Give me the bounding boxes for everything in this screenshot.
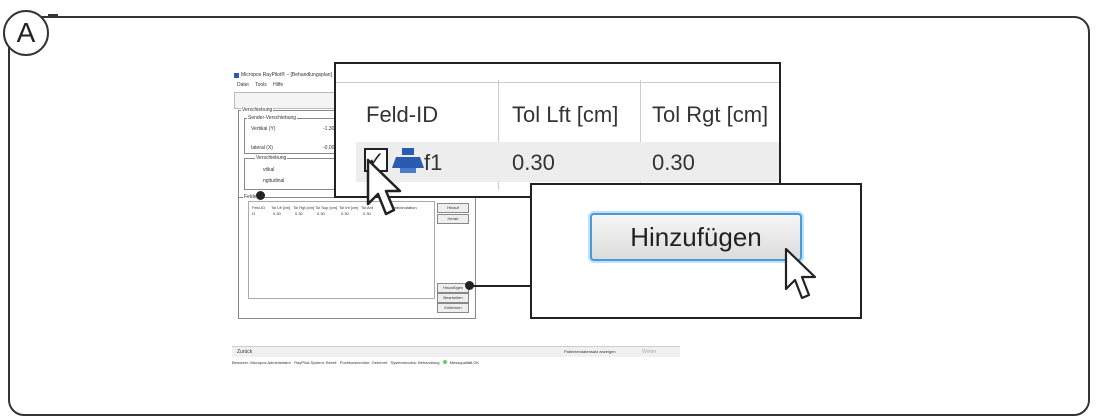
zoom-table-top-line <box>336 82 779 83</box>
grid-cell-sup: 0.30 <box>317 211 325 216</box>
group-title-verschiebung-2: Verschiebung <box>255 155 288 161</box>
label-vtikal: vtikal <box>263 167 275 173</box>
zoom-cell-tol-lft: 0.30 <box>512 150 555 175</box>
grid-cell-rgt: 0.30 <box>295 211 303 216</box>
zoom-cell-feld-id: f1 <box>424 150 443 175</box>
menu-datei[interactable]: Datei <box>237 82 249 88</box>
grid-header-tol-lft: Tol Lft [cm] <box>271 205 291 210</box>
menu-tools[interactable]: Tools <box>255 82 267 88</box>
zoom-add-button-callout: Hinzufügen <box>530 183 862 319</box>
menu-hilfe[interactable]: Hilfe <box>273 82 283 88</box>
hinzufuegen-button[interactable]: Hinzufügen <box>590 213 802 261</box>
status-user: Benutzer: Micropos Administrator <box>232 360 291 365</box>
group-sender: Sender-Verschiebung Vertikal (Y) -1.30 I… <box>244 115 340 154</box>
bearbeiten-button[interactable]: Bearbeiten <box>437 293 469 303</box>
app-icon <box>234 73 239 78</box>
entfernen-button[interactable]: Entfernen <box>437 303 469 313</box>
menu-bar: Datei Tools Hilfe <box>232 82 283 88</box>
window-title: Micropos RayPilot® – [Behandlungsplan] <box>241 72 332 78</box>
grid-header-feld-id: Feld-ID <box>252 205 266 210</box>
label-lateral: Iateral (X) <box>251 145 273 151</box>
status-bar: Benutzer: Micropos Administrator RayPilo… <box>232 360 680 365</box>
grid-header-tol-sup: Tol Sup [cm] <box>315 205 338 210</box>
status-mode: Systemmodus: Behandlung <box>390 360 440 365</box>
grid-cell-id: f1 <box>252 211 256 216</box>
weiter-button[interactable]: Weiter <box>642 349 656 355</box>
status-system: RayPilot-System: Bereit <box>294 360 337 365</box>
patient-record-button[interactable]: Patientendatensatz anzeigen <box>564 349 616 354</box>
callout-connector-button <box>470 285 532 287</box>
zurueck-button[interactable]: Zurück <box>237 349 252 355</box>
zoom-header-feld-id: Feld-ID <box>366 102 439 127</box>
step-badge: A <box>3 10 49 56</box>
label-vertikal: Vertikal (Y) <box>251 126 276 132</box>
badge-connector <box>48 14 58 16</box>
value-lateral: -0.00 <box>323 145 335 151</box>
zoom-header-tol-lft: Tol Lft [cm] <box>512 102 619 127</box>
grid-cell-inf: 0.30 <box>341 211 349 216</box>
zoom-cell-tol-rgt: 0.30 <box>652 150 695 175</box>
grid-header-tol-rgt: Tol Rgt [cm] <box>293 205 315 210</box>
label-ngitudinal: ngitudinal <box>263 178 285 184</box>
grid-cell-lft: 0.30 <box>273 211 281 216</box>
herab-button[interactable]: Herab <box>437 214 469 224</box>
bottom-button-row: Zurück Patientendatensatz anzeigen Weite… <box>232 346 680 357</box>
group-title-sender: Sender-Verschiebung <box>247 115 298 121</box>
group-verschiebung-2: Verschiebung vtikal ngitudinal <box>244 155 340 190</box>
value-vertikal: -1.30 <box>323 126 335 132</box>
status-position: Positionsmonitor: Getrennt <box>339 360 388 365</box>
hinauf-button[interactable]: Hinauf <box>437 203 469 213</box>
mouse-pointer-icon <box>784 247 817 300</box>
callout-node-table <box>256 191 265 200</box>
group-title-verschiebung: Verschiebung <box>241 107 274 113</box>
quality-ok-icon <box>442 360 447 364</box>
grid-header-tol-inf: Tol Inf [cm] <box>339 205 359 210</box>
status-quality: Messqualität OK <box>449 360 480 365</box>
zoom-header-tol-rgt: Tol Rgt [cm] <box>652 102 769 127</box>
mouse-pointer-icon <box>366 158 402 216</box>
